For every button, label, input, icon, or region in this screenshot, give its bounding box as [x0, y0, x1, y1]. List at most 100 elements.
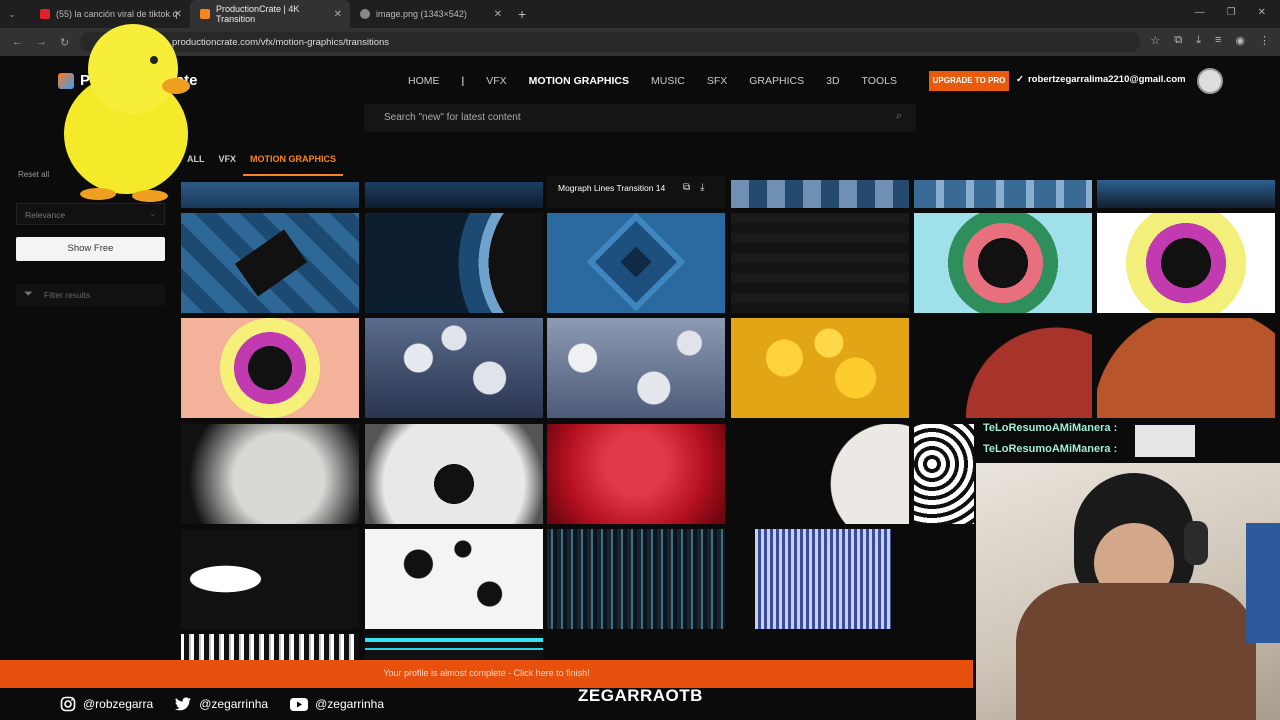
copy-icon[interactable]: ⧉ — [683, 182, 690, 193]
asset-thumbnail[interactable] — [731, 424, 909, 524]
tab-title: ProductionCrate | 4K Transition — [216, 4, 300, 24]
reset-all-link[interactable]: Reset all — [18, 170, 49, 179]
asset-thumbnail[interactable] — [731, 213, 909, 313]
asset-thumbnail[interactable] — [181, 182, 359, 208]
youtube-handle: @zegarrinha — [315, 697, 384, 711]
youtube-favicon-icon — [40, 9, 50, 19]
asset-thumbnail[interactable] — [547, 424, 725, 524]
nav-vfx[interactable]: VFX — [486, 75, 506, 87]
nav-home[interactable]: HOME — [408, 75, 440, 87]
asset-thumbnail[interactable] — [1097, 213, 1275, 313]
chair — [1246, 523, 1280, 643]
chevron-down-icon: ⌄ — [149, 209, 156, 218]
show-free-button[interactable]: Show Free — [16, 237, 165, 261]
new-tab-icon[interactable]: + — [518, 6, 526, 22]
nav-3d[interactable]: 3D — [826, 75, 839, 87]
close-tab-icon[interactable]: ✕ — [334, 9, 342, 20]
tab-motion-graphics[interactable]: MOTION GRAPHICS — [243, 146, 344, 176]
webcam-feed — [976, 463, 1280, 720]
menu-icon[interactable]: ⋮ — [1259, 34, 1270, 47]
nav-tools[interactable]: TOOLS — [862, 75, 897, 87]
asset-thumbnail[interactable] — [365, 634, 543, 660]
instagram-handle: @robzegarra — [83, 697, 154, 711]
search-placeholder: Search "new" for latest content — [384, 112, 521, 123]
tab-list-chevron-icon[interactable]: ⌄ — [8, 9, 20, 20]
duck-sticker-icon — [64, 24, 190, 202]
nav-sfx[interactable]: SFX — [707, 75, 727, 87]
instagram-icon — [60, 696, 76, 712]
upgrade-button[interactable]: UPGRADE TO PRO — [929, 71, 1009, 91]
asset-thumbnail[interactable] — [181, 529, 359, 629]
asset-thumbnail[interactable] — [1097, 318, 1275, 418]
close-tab-icon[interactable]: ✕ — [494, 9, 502, 20]
social-youtube: @zegarrinha — [290, 697, 384, 711]
minimize-icon[interactable]: — — [1195, 7, 1205, 18]
asset-thumbnail[interactable] — [731, 318, 909, 418]
nav-music[interactable]: MUSIC — [651, 75, 685, 87]
asset-thumbnail[interactable] — [547, 318, 725, 418]
back-icon[interactable]: ← — [12, 36, 24, 48]
asset-thumbnail[interactable] — [365, 529, 543, 629]
nav-motion-graphics[interactable]: MOTION GRAPHICS — [529, 75, 629, 87]
asset-thumbnail[interactable] — [547, 529, 725, 629]
asset-thumbnail[interactable] — [365, 182, 543, 208]
avatar[interactable] — [1197, 68, 1223, 94]
globe-favicon-icon — [360, 9, 370, 19]
bookmark-star-icon[interactable]: ☆ — [1150, 34, 1160, 47]
sort-select[interactable]: Relevance ⌄ — [16, 203, 165, 225]
close-window-icon[interactable]: ✕ — [1258, 7, 1266, 18]
url-field[interactable]: productioncrate.com/vfx/motion-graphics/… — [80, 32, 1140, 52]
browser-toolbar-icons: ☆ ⧉ ⤓ ≡ ◉ ⋮ — [1150, 34, 1270, 47]
asset-thumbnail[interactable] — [914, 213, 1092, 313]
profile-complete-banner[interactable]: Your profile is almost complete - Click … — [0, 660, 973, 688]
asset-thumbnail[interactable] — [365, 213, 543, 313]
nav-separator: | — [461, 75, 465, 87]
asset-thumbnail[interactable] — [1097, 180, 1275, 208]
hovered-item-title: Mograph Lines Transition 14 — [558, 183, 666, 193]
filter-placeholder: Filter results — [44, 290, 91, 300]
browser-tab-image[interactable]: image.png (1343×542) ✕ — [350, 0, 510, 28]
asset-thumbnail[interactable] — [731, 180, 909, 208]
maximize-icon[interactable]: ❐ — [1227, 7, 1236, 18]
chat-message: TeLoResumoAMiManera : — [983, 422, 1118, 434]
hovered-item-actions: ⧉ ⤓ — [683, 182, 705, 193]
nav-graphics[interactable]: GRAPHICS — [749, 75, 804, 87]
asset-thumbnail[interactable] — [914, 180, 1092, 208]
social-handles: @robzegarra @zegarrinha @zegarrinha — [60, 696, 384, 712]
reading-list-icon[interactable]: ≡ — [1215, 34, 1221, 47]
asset-thumbnail[interactable] — [547, 213, 725, 313]
asset-thumbnail[interactable] — [365, 424, 543, 524]
category-tabs: ALL VFX MOTION GRAPHICS — [180, 146, 344, 176]
asset-thumbnail[interactable] — [731, 529, 909, 629]
social-instagram: @robzegarra — [60, 696, 153, 712]
asset-thumbnail[interactable] — [181, 634, 359, 660]
sort-value: Relevance — [25, 210, 66, 220]
asset-thumbnail[interactable] — [365, 318, 543, 418]
account-email-text: robertzegarralima2210@gmail.com — [1027, 74, 1186, 85]
asset-thumbnail[interactable] — [914, 424, 974, 524]
twitter-icon — [175, 697, 192, 711]
asset-thumbnail[interactable] — [181, 318, 359, 418]
social-twitter: @zegarrinha — [175, 697, 268, 711]
asset-thumbnail[interactable] — [181, 213, 359, 313]
streamer-name: ZEGARRAOTB — [578, 686, 703, 705]
profile-icon[interactable]: ◉ — [1235, 34, 1245, 47]
asset-thumbnail[interactable] — [181, 424, 359, 524]
account-email[interactable]: ✓ robertzegarralima2210@gmail.com — [1016, 74, 1186, 85]
download-icon[interactable]: ⤓ — [700, 182, 704, 193]
extensions-icon[interactable]: ⧉ — [1174, 34, 1182, 47]
download-icon[interactable]: ⤓ — [1196, 34, 1201, 47]
forward-icon[interactable]: → — [36, 36, 48, 48]
search-input[interactable]: Search "new" for latest content ⌕ — [364, 104, 916, 132]
window-controls: — ❐ ✕ — [1195, 7, 1266, 18]
chat-message-bar — [1135, 425, 1195, 457]
asset-thumbnail[interactable] — [914, 318, 1092, 418]
chevron-down-icon: ✓ — [1016, 74, 1024, 85]
productioncrate-favicon-icon — [200, 9, 210, 19]
main-nav: HOME | VFX MOTION GRAPHICS MUSIC SFX GRA… — [408, 75, 919, 87]
headset — [1184, 521, 1208, 565]
browser-tab-productioncrate[interactable]: ProductionCrate | 4K Transition ✕ — [190, 0, 350, 28]
tab-vfx[interactable]: VFX — [212, 146, 244, 176]
search-icon[interactable]: ⌕ — [896, 110, 902, 123]
filter-results-input[interactable]: ⏷ Filter results — [16, 284, 165, 306]
